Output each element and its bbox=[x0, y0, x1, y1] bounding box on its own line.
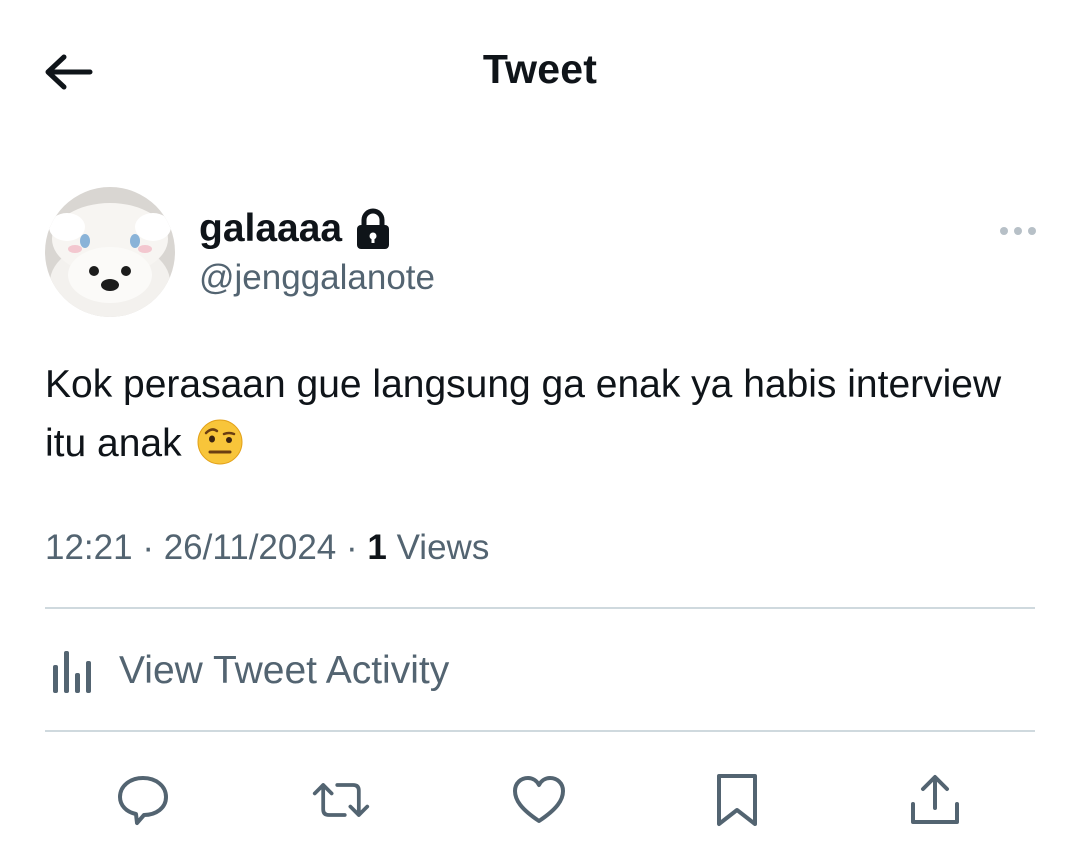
more-dots-icon bbox=[1000, 227, 1036, 235]
bookmark-icon bbox=[717, 774, 757, 826]
tweet-text: Kok perasaan gue langsung ga enak ya hab… bbox=[45, 355, 1035, 483]
tweet-time: 12:21 bbox=[45, 528, 133, 567]
avatar[interactable] bbox=[45, 187, 175, 317]
analytics-bars-icon bbox=[53, 651, 91, 693]
author-handle[interactable]: @jenggalanote bbox=[199, 258, 435, 298]
retweet-button[interactable] bbox=[311, 770, 371, 830]
divider bbox=[45, 730, 1035, 732]
tweet-date: 26/11/2024 bbox=[163, 528, 337, 567]
meta-space bbox=[387, 528, 397, 568]
top-bar: Tweet bbox=[0, 0, 1080, 145]
more-options-button[interactable] bbox=[994, 215, 1042, 247]
views-label: Views bbox=[396, 528, 490, 567]
view-tweet-activity-button[interactable]: View Tweet Activity bbox=[45, 640, 449, 702]
retweet-icon bbox=[312, 783, 370, 817]
heart-icon bbox=[513, 776, 565, 823]
page-title: Tweet bbox=[482, 46, 598, 92]
like-button[interactable] bbox=[509, 770, 569, 830]
share-icon bbox=[911, 775, 959, 824]
tweet-actions-bar bbox=[0, 770, 1080, 830]
meta-separator: · bbox=[132, 528, 164, 567]
raised-eyebrow-emoji: 🤨 bbox=[196, 418, 244, 483]
reply-icon bbox=[118, 776, 168, 825]
divider bbox=[45, 607, 1035, 609]
lock-icon bbox=[354, 208, 392, 250]
author-display-name[interactable]: galaaaa bbox=[199, 207, 392, 251]
share-button[interactable] bbox=[905, 770, 965, 830]
tweet-meta: 12:21 · 26/11/2024 · 1 Views bbox=[45, 528, 489, 568]
views-count: 1 bbox=[367, 528, 387, 567]
author-name-text: galaaaa bbox=[199, 207, 343, 250]
avatar-image bbox=[45, 187, 175, 317]
view-tweet-activity-label: View Tweet Activity bbox=[119, 649, 450, 692]
bookmark-button[interactable] bbox=[707, 770, 767, 830]
meta-separator: · bbox=[336, 528, 368, 567]
reply-button[interactable] bbox=[113, 770, 173, 830]
tweet-body: Kok perasaan gue langsung ga enak ya hab… bbox=[45, 363, 1002, 465]
